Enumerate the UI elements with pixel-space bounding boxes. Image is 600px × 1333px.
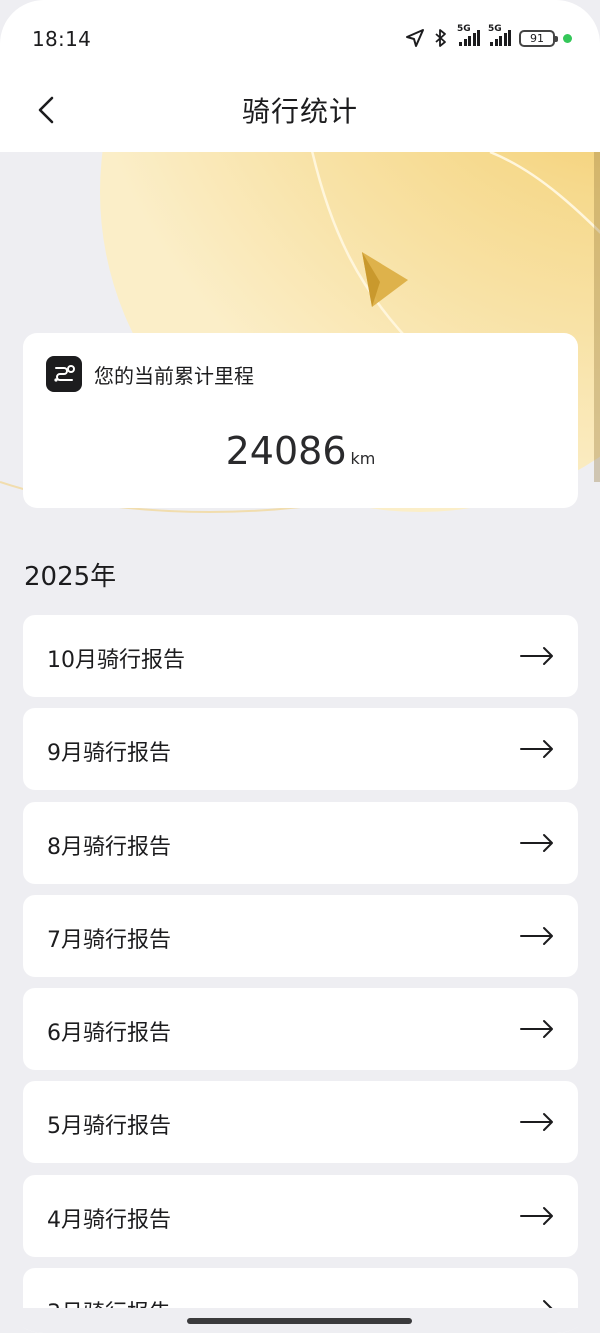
battery-icon: 91 [519, 29, 558, 47]
page-title: 骑行统计 [241, 95, 358, 128]
app-screen: 18:14 5G 5G 91 骑行统计 您的当前累计里程 24086 km 20… [0, 0, 600, 1333]
mileage-unit: km [350, 449, 376, 468]
arrow-right-icon [520, 740, 553, 759]
signal-icon: 5G [488, 24, 511, 46]
report-label: 6月骑行报告 [47, 1021, 171, 1047]
network-type-label: 5G [457, 24, 471, 34]
report-item-apr[interactable]: 4月骑行报告 [23, 1174, 578, 1257]
arrow-right-icon [520, 926, 553, 945]
home-indicator[interactable] [187, 1318, 412, 1324]
nav-header: 骑行统计 [0, 72, 600, 152]
arrow-right-icon [520, 1020, 553, 1039]
location-arrow-icon [406, 29, 424, 47]
mileage-card: 您的当前累计里程 24086 km [23, 333, 578, 508]
report-item-jul[interactable]: 7月骑行报告 [23, 894, 578, 977]
network-type-label: 5G [488, 24, 502, 34]
bluetooth-icon [435, 29, 446, 47]
report-label: 7月骑行报告 [47, 927, 171, 953]
arrow-right-icon [520, 1206, 553, 1225]
arrow-right-icon [520, 647, 553, 665]
status-icons: 5G 5G 91 [405, 24, 572, 50]
report-label: 9月骑行报告 [47, 741, 171, 767]
route-icon [46, 356, 82, 392]
report-item-aug[interactable]: 8月骑行报告 [23, 801, 578, 884]
mileage-label: 您的当前累计里程 [94, 364, 254, 388]
report-item-jun[interactable]: 6月骑行报告 [23, 988, 578, 1071]
report-item-may[interactable]: 5月骑行报告 [23, 1081, 578, 1164]
mileage-value: 24086 [225, 429, 347, 473]
scrollbar[interactable] [594, 152, 600, 482]
report-label: 4月骑行报告 [47, 1207, 171, 1233]
report-label: 5月骑行报告 [47, 1114, 171, 1140]
year-heading: 2025年 [24, 562, 117, 592]
report-list: 10月骑行报告 9月骑行报告 8月骑行报告 7月骑行报告 6月骑行报告 5月骑行… [23, 615, 578, 1333]
status-bar: 18:14 5G 5G 91 [0, 0, 600, 72]
arrow-right-icon [520, 833, 553, 852]
report-item-oct[interactable]: 10月骑行报告 [23, 615, 578, 697]
arrow-right-icon [520, 1113, 553, 1132]
report-label: 8月骑行报告 [47, 834, 171, 860]
mileage-value-row: 24086 km [23, 429, 578, 473]
status-time: 18:14 [32, 27, 92, 51]
report-label: 10月骑行报告 [47, 648, 185, 673]
report-item-sep[interactable]: 9月骑行报告 [23, 708, 578, 791]
signal-icon: 5G [457, 24, 480, 46]
status-dot-icon [563, 33, 572, 43]
